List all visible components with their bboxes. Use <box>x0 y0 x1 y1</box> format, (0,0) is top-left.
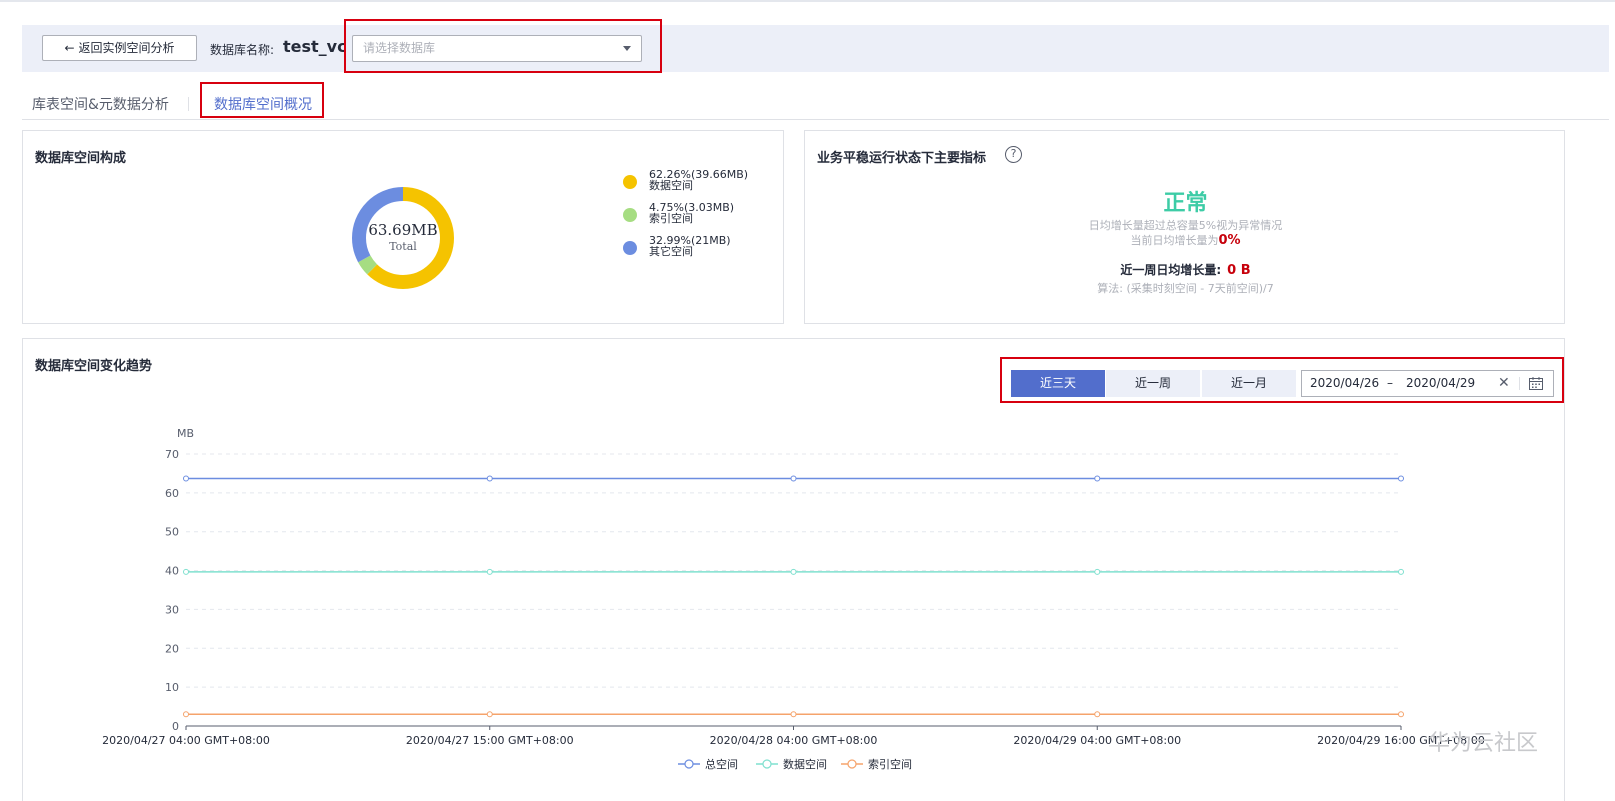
db-select-placeholder: 请选择数据库 <box>363 41 436 55</box>
data-point <box>486 475 493 482</box>
legend-text: 32.99%(21MB) 其它空间 <box>649 234 731 258</box>
composition-panel: 数据库空间构成 63.69MB Total 62.26%(39.66MB) 数据空… <box>22 130 784 324</box>
legend-text: 4.75%(3.03MB) 索引空间 <box>649 201 735 225</box>
data-point <box>790 568 797 575</box>
x-tick-label: 2020/04/27 04:00 GMT+08:00 <box>102 734 270 747</box>
data-point <box>1398 711 1404 718</box>
legend-dot-other <box>623 241 637 255</box>
y-tick-label: 60 <box>165 487 179 500</box>
y-tick-label: 30 <box>165 603 179 616</box>
data-point <box>1398 568 1404 575</box>
data-point <box>1398 475 1404 482</box>
arrow-left-icon: ← <box>64 41 75 55</box>
back-to-instance-analysis-button[interactable]: ← 返回实例空间分析 <box>42 35 197 61</box>
current-growth-line: 当前日均增长量为0% <box>1130 233 1241 248</box>
db-name-label: 数据库名称: <box>210 43 275 57</box>
legend-marker-2 <box>847 759 857 769</box>
x-tick-label: 2020/04/28 04:00 GMT+08:00 <box>710 734 878 747</box>
y-tick-label: 10 <box>165 681 179 694</box>
legend-label-2[interactable]: 索引空间 <box>868 757 912 771</box>
trend-panel: 数据库空间变化趋势 近三天 近一周 近一月 2020/04/26 – 2020/… <box>22 338 1565 801</box>
y-tick-label: 20 <box>165 642 179 655</box>
legend-label-0[interactable]: 总空间 <box>705 757 738 771</box>
data-point <box>183 568 189 575</box>
db-select-dropdown[interactable]: 请选择数据库 <box>352 35 642 62</box>
data-point <box>1094 568 1101 575</box>
data-point <box>1094 475 1101 482</box>
weekly-avg-value: 0 B <box>1227 263 1251 278</box>
metrics-title: 业务平稳运行状态下主要指标 <box>817 151 987 166</box>
tab-db-space-overview[interactable]: 数据库空间概况 <box>214 94 312 114</box>
weekly-avg-line: 近一周日均增长量: 0 B <box>1120 263 1251 278</box>
data-point <box>486 568 493 575</box>
data-point <box>790 475 797 482</box>
chevron-down-icon <box>623 46 631 51</box>
db-name-value: test_vc <box>283 37 347 56</box>
y-tick-label: 50 <box>165 526 179 539</box>
y-tick-label: 0 <box>172 720 179 733</box>
tab-table-space-metadata[interactable]: 库表空间&元数据分析 <box>32 94 169 114</box>
x-tick-label: 2020/04/29 04:00 GMT+08:00 <box>1013 734 1181 747</box>
tab-divider <box>188 97 189 111</box>
status-normal: 正常 <box>1163 191 1208 216</box>
legend-marker-1 <box>762 759 772 769</box>
legend-label-1[interactable]: 数据空间 <box>783 757 827 771</box>
trend-line-chart: MB 0 10 20 30 40 50 60 70 2020/04/27 04:00 GMT+08… <box>102 427 1485 771</box>
data-point <box>486 711 493 718</box>
x-tick-label: 2020/04/27 15:00 GMT+08:00 <box>406 734 574 747</box>
tab-bar: 库表空间&元数据分析 数据库空间概况 <box>22 82 1609 120</box>
y-tick-label: 70 <box>165 448 179 461</box>
donut-total-label: Total <box>389 240 417 253</box>
data-point <box>183 475 189 482</box>
data-point <box>790 711 797 718</box>
rule-text: 日均增长量超过总容量5%视为异常情况 <box>1088 219 1283 232</box>
watermark: 华为云社区 <box>1428 731 1539 756</box>
help-icon[interactable]: ? <box>1005 146 1022 163</box>
legend-text: 62.26%(39.66MB) 数据空间 <box>649 168 749 192</box>
composition-title: 数据库空间构成 <box>35 151 127 166</box>
data-point <box>183 711 189 718</box>
donut-total-value: 63.69MB <box>368 221 438 239</box>
donut-chart: 63.69MB Total <box>350 185 456 291</box>
legend-dot-data <box>623 175 637 189</box>
header-bar: ← 返回实例空间分析 数据库名称: test_vc 请选择数据库 <box>22 19 1609 73</box>
data-point <box>1094 711 1101 718</box>
y-axis-label: MB <box>177 427 194 440</box>
metrics-panel: 业务平稳运行状态下主要指标 ? 正常 日均增长量超过总容量5%视为异常情况 当前… <box>804 130 1565 324</box>
formula-text: 算法: (采集时刻空间 - 7天前空间)/7 <box>1097 282 1274 295</box>
legend-dot-index <box>623 208 637 222</box>
y-tick-label: 40 <box>165 565 179 578</box>
legend-marker-0 <box>684 759 694 769</box>
back-button-label: 返回实例空间分析 <box>78 41 175 55</box>
current-growth-value: 0% <box>1218 233 1241 248</box>
top-divider <box>0 0 1615 2</box>
